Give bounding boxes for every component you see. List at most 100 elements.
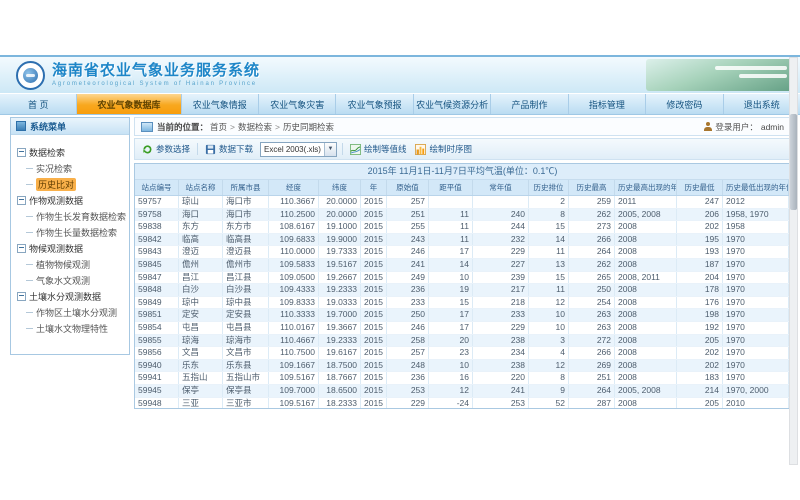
sidebar-item[interactable]: 作物生长量数据检索 <box>13 224 127 240</box>
sidebar-title: 系统菜单 <box>30 120 66 133</box>
nav-tab[interactable]: 农业气象灾害 <box>259 94 336 114</box>
table-cell: 2012 <box>723 196 789 208</box>
param-select-button[interactable]: 参数选择 <box>140 142 192 156</box>
table-row[interactable]: 59945保亭保亭县109.700018.6500201525312241926… <box>135 385 790 398</box>
collapse-icon[interactable] <box>17 148 26 157</box>
table-row[interactable]: 59758海口海口市110.250020.0000201525111240826… <box>135 209 790 222</box>
table-cell: 定安 <box>179 309 223 321</box>
sidebar-item[interactable]: 气象水文观测 <box>13 272 127 288</box>
table-cell: 19.2333 <box>319 284 361 296</box>
table-cell: 202 <box>677 347 723 359</box>
breadcrumb-separator: > <box>275 122 280 132</box>
breadcrumb-item[interactable]: 数据检索 <box>238 122 272 132</box>
table-row[interactable]: 59838东方东方市108.616719.1000201525511244152… <box>135 221 790 234</box>
table-row[interactable]: 59757琼山海口市110.366720.0000201525722592011… <box>135 196 790 209</box>
table-row[interactable]: 59854屯昌屯昌县110.016719.3667201524617229102… <box>135 322 790 335</box>
nav-tab[interactable]: 指标管理 <box>569 94 646 114</box>
sidebar-item[interactable]: 物候观测数据 <box>13 240 127 256</box>
table-cell: 2015 <box>361 309 387 321</box>
format-select[interactable]: Excel 2003(.xls) ▼ <box>260 142 337 157</box>
breadcrumb-item[interactable]: 历史同期检索 <box>283 122 334 132</box>
table-cell: 屯昌 <box>179 322 223 334</box>
breadcrumb-item[interactable]: 首页 <box>210 122 227 132</box>
sidebar-item[interactable]: 作物生长发育数据检索 <box>13 208 127 224</box>
vertical-scrollbar[interactable] <box>789 57 798 465</box>
data-table: 2015年 11月1日-11月7日平均气温(单位：0.1℃) 站点编号站点名称所… <box>134 163 791 409</box>
main-panel: 当前的位置： 首页>数据检索>历史同期检索 登录用户： admin <box>134 117 800 500</box>
table-cell: 206 <box>677 209 723 221</box>
table-cell: 250 <box>569 284 615 296</box>
table-cell: 59849 <box>135 297 179 309</box>
draw-timeseries-label: 绘制时序图 <box>429 143 472 155</box>
table-cell: 4 <box>529 347 569 359</box>
nav-tab[interactable]: 农业气象情报 <box>182 94 259 114</box>
sidebar-item-label: 气象水文观测 <box>36 274 90 287</box>
table-cell: 1970 <box>723 284 789 296</box>
sidebar-item[interactable]: 实况检索 <box>13 160 127 176</box>
table-cell: 1970, 2000 <box>723 385 789 397</box>
chevron-down-icon[interactable]: ▼ <box>324 143 336 156</box>
data-download-button[interactable]: 数据下载 <box>203 142 255 156</box>
table-cell: 59838 <box>135 221 179 233</box>
column-header: 原始值 <box>387 180 429 195</box>
table-cell: 10 <box>529 322 569 334</box>
table-cell: 琼海市 <box>223 335 269 347</box>
sidebar-item[interactable]: 作物观测数据 <box>13 192 127 208</box>
table-row[interactable]: 59940乐东乐东县109.166718.7500201524810238122… <box>135 360 790 373</box>
sidebar-item[interactable]: 历史比对 <box>13 176 127 192</box>
table-cell: 12 <box>529 297 569 309</box>
table-cell: 241 <box>387 259 429 271</box>
nav-tab[interactable]: 修改密码 <box>646 94 723 114</box>
table-cell: 287 <box>569 398 615 410</box>
column-header: 年 <box>361 180 387 195</box>
nav-tab[interactable]: 农业气候资源分析 <box>414 94 491 114</box>
table-row[interactable]: 59848白沙白沙县109.433319.2333201523619217112… <box>135 284 790 297</box>
draw-contour-button[interactable]: 绘制等值线 <box>348 142 409 156</box>
sidebar-item[interactable]: 土壤水分观测数据 <box>13 288 127 304</box>
collapse-icon[interactable] <box>17 244 26 253</box>
table-cell: 229 <box>473 246 529 258</box>
draw-timeseries-button[interactable]: 绘制时序图 <box>413 142 474 156</box>
table-row[interactable]: 59941五指山五指山市109.516718.76672015236162208… <box>135 372 790 385</box>
table-row[interactable]: 59845儋州儋州市109.583319.5167201524114227132… <box>135 259 790 272</box>
nav-tab[interactable]: 产品制作 <box>491 94 568 114</box>
table-title: 2015年 11月1日-11月7日平均气温(单位：0.1℃) <box>135 164 790 180</box>
table-cell: 229 <box>473 322 529 334</box>
table-cell: 2015 <box>361 246 387 258</box>
table-cell: 12 <box>529 360 569 372</box>
collapse-icon[interactable] <box>17 292 26 301</box>
nav-tab[interactable]: 农业气象预报 <box>336 94 413 114</box>
table-row[interactable]: 59849琼中琼中县109.833319.0333201523315218122… <box>135 297 790 310</box>
table-cell: 澄迈县 <box>223 246 269 258</box>
table-cell: 19.9000 <box>319 234 361 246</box>
table-cell: 17 <box>429 322 473 334</box>
sidebar-item[interactable]: 土壤水文物理特性 <box>13 320 127 336</box>
table-cell: 234 <box>473 347 529 359</box>
scrollbar-thumb[interactable] <box>790 114 797 210</box>
table-cell: 1970 <box>723 322 789 334</box>
sidebar-item[interactable]: 作物区土壤水分观测 <box>13 304 127 320</box>
table-cell: 19.1000 <box>319 221 361 233</box>
table-row[interactable]: 59842临高临高县109.683319.9000201524311232142… <box>135 234 790 247</box>
sidebar-item[interactable]: 植物物候观测 <box>13 256 127 272</box>
nav-tab[interactable]: 首 页 <box>0 94 77 114</box>
param-select-label: 参数选择 <box>156 143 190 155</box>
collapse-icon[interactable] <box>17 196 26 205</box>
table-cell: 259 <box>569 196 615 208</box>
table-row[interactable]: 59948三亚三亚市109.516718.23332015229-2425352… <box>135 398 790 410</box>
user-icon <box>704 122 712 131</box>
table-cell: 8 <box>529 209 569 221</box>
table-cell: 109.0500 <box>269 272 319 284</box>
table-cell: 266 <box>569 234 615 246</box>
table-row[interactable]: 59851定安定安县110.333319.7000201525017233102… <box>135 309 790 322</box>
table-cell: 2008 <box>615 284 677 296</box>
table-row[interactable]: 59855琼海琼海市110.466719.2333201525820238327… <box>135 335 790 348</box>
table-cell: 2008 <box>615 372 677 384</box>
nav-tab[interactable]: 农业气象数据库 <box>77 94 181 114</box>
table-cell: 59758 <box>135 209 179 221</box>
table-row[interactable]: 59847昌江昌江县109.050019.2667201524910239152… <box>135 272 790 285</box>
table-row[interactable]: 59856文昌文昌市110.750019.6167201525723234426… <box>135 347 790 360</box>
table-row[interactable]: 59843澄迈澄迈县110.000019.7333201524617229112… <box>135 246 790 259</box>
table-cell: 244 <box>473 221 529 233</box>
sidebar-item[interactable]: 数据检索 <box>13 144 127 160</box>
